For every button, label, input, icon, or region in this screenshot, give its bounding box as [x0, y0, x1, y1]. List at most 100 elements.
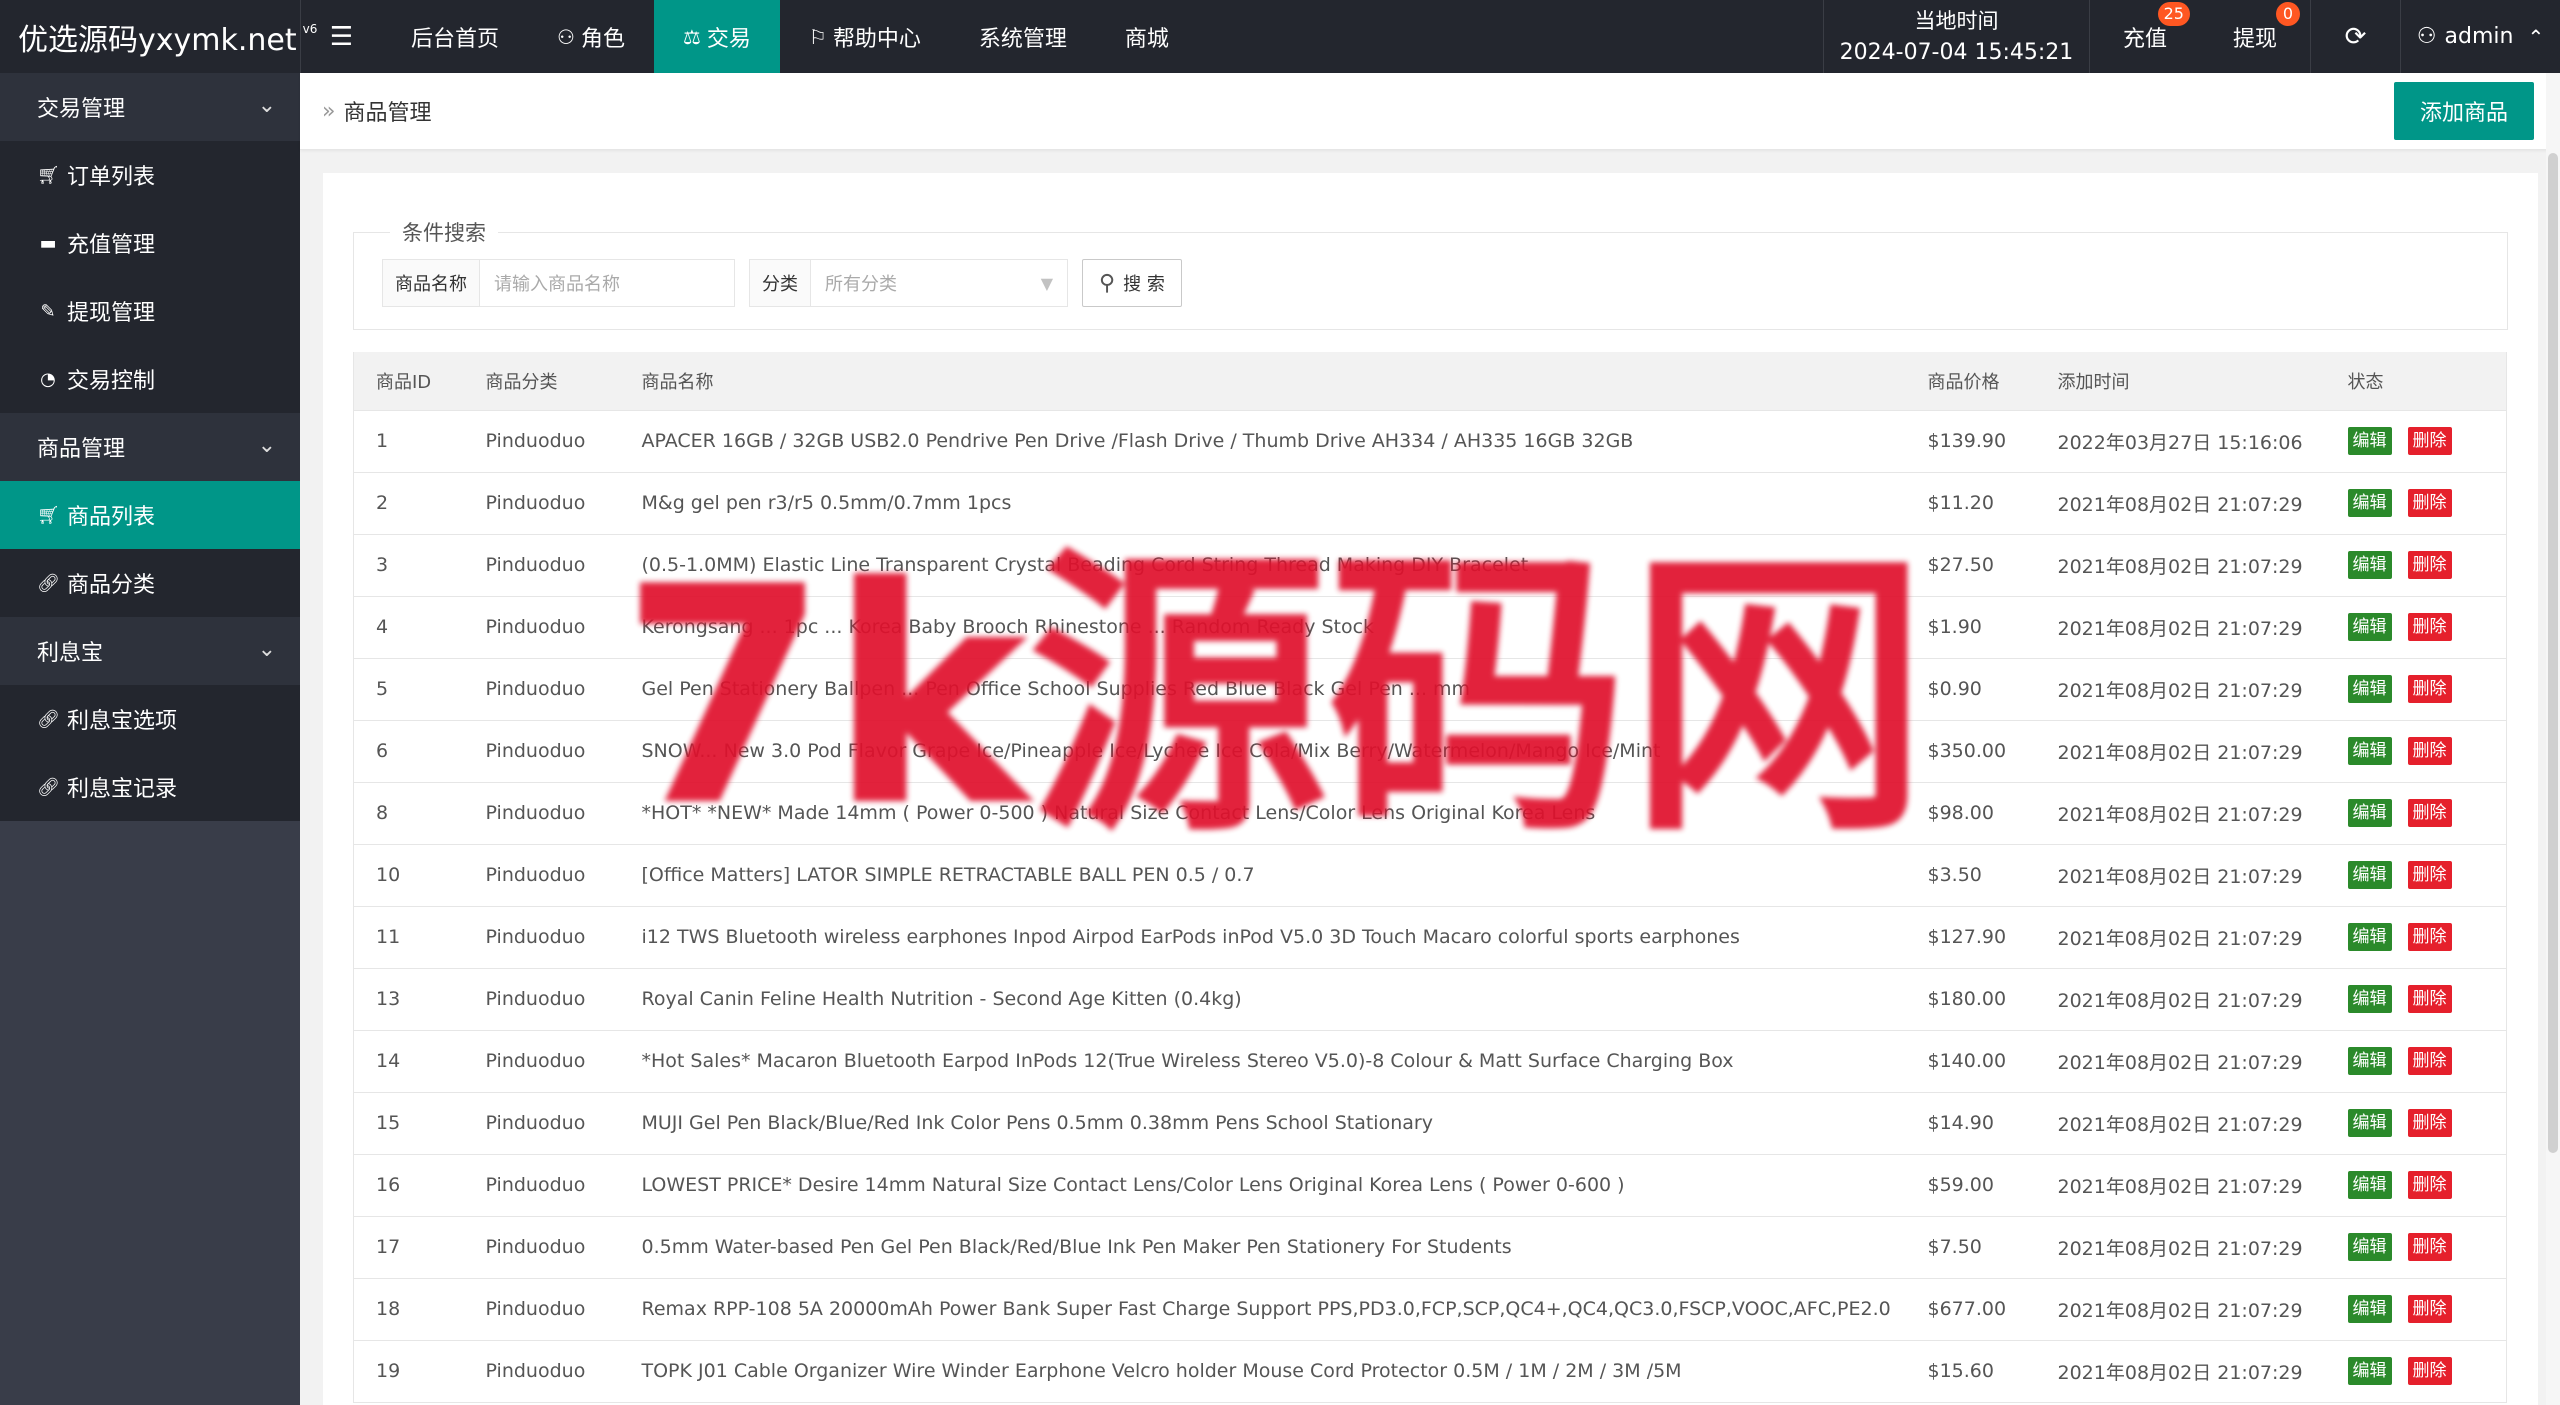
goods-time-cell: 2021年08月02日 21:07:29: [2035, 534, 2326, 597]
sidebar-group-interest[interactable]: 利息宝 ⌄: [0, 617, 300, 685]
scrollbar[interactable]: [2546, 73, 2560, 1405]
goods-price-cell: $7.50: [1905, 1216, 2036, 1279]
sidebar-item-interest-options[interactable]: 🔗︎ 利息宝选项: [0, 685, 300, 753]
edit-button[interactable]: 编辑: [2347, 489, 2392, 517]
row-actions: 编辑 删除: [2347, 613, 2452, 641]
table-row: 11 Pinduoduo i12 TWS Bluetooth wireless ea…: [353, 906, 2507, 969]
sidebar-item-orders[interactable]: 🛒︎ 订单列表: [0, 141, 300, 209]
edit-button[interactable]: 编辑: [2347, 923, 2392, 951]
delete-button[interactable]: 删除: [2407, 1109, 2452, 1137]
edit-button[interactable]: 编辑: [2347, 1171, 2392, 1199]
edit-button[interactable]: 编辑: [2347, 1357, 2392, 1385]
column-header[interactable]: 添加时间: [2035, 352, 2326, 411]
scale-icon: ⚖: [682, 24, 701, 49]
nav-home[interactable]: 后台首页: [382, 0, 528, 73]
delete-button[interactable]: 删除: [2407, 1233, 2452, 1261]
search-panel: 条件搜索 商品名称 请输入商品名称 分类 所有分类 ▼ ⚲ 搜 索: [353, 217, 2508, 330]
edit-button[interactable]: 编辑: [2347, 613, 2392, 641]
edit-button[interactable]: 编辑: [2347, 1109, 2392, 1137]
row-actions: 编辑 删除: [2347, 1233, 2452, 1261]
scrollbar-thumb[interactable]: [2548, 153, 2558, 1153]
sidebar-group-trade[interactable]: 交易管理 ⌄: [0, 73, 300, 141]
breadcrumb: » 商品管理: [322, 95, 431, 127]
clock-time: 2024-07-04 15:45:21: [1839, 39, 2074, 65]
table-row: 5 Pinduoduo Gel Pen Stationery Ballpen ...…: [353, 658, 2507, 721]
delete-button[interactable]: 删除: [2407, 1357, 2452, 1385]
edit-button[interactable]: 编辑: [2347, 985, 2392, 1013]
row-actions: 编辑 删除: [2347, 737, 2452, 765]
goods-name-cell: Gel Pen Stationery Ballpen ... Pen Offic…: [619, 658, 1906, 721]
sidebar-item-interest-records[interactable]: 🔗︎ 利息宝记录: [0, 753, 300, 821]
delete-button[interactable]: 删除: [2407, 861, 2452, 889]
edit-button[interactable]: 编辑: [2347, 737, 2392, 765]
search-button[interactable]: ⚲ 搜 索: [1082, 259, 1182, 307]
category-select[interactable]: 所有分类 ▼: [811, 260, 1067, 306]
row-actions: 编辑 删除: [2347, 427, 2452, 455]
nav-system[interactable]: 系统管理: [950, 0, 1096, 73]
goods-category-cell: Pinduoduo: [463, 720, 620, 783]
withdraw-button[interactable]: 提现 0: [2200, 0, 2310, 73]
recharge-button[interactable]: 充值 25: [2088, 0, 2200, 73]
delete-button[interactable]: 删除: [2407, 985, 2452, 1013]
category-label: 分类: [750, 260, 811, 306]
edit-button[interactable]: 编辑: [2347, 551, 2392, 579]
delete-button[interactable]: 删除: [2407, 1047, 2452, 1075]
clock-label: 当地时间: [1914, 8, 1999, 33]
sidebar-item-recharge[interactable]: ▬ 充值管理: [0, 209, 300, 277]
sidebar-item-goods-list[interactable]: 🛒︎ 商品列表: [0, 481, 300, 549]
logo[interactable]: 优选源码yxymk.net v6: [0, 0, 317, 73]
edit-button[interactable]: 编辑: [2347, 1295, 2392, 1323]
delete-button[interactable]: 删除: [2407, 613, 2452, 641]
edit-button[interactable]: 编辑: [2347, 1233, 2392, 1261]
user-menu[interactable]: ⚇ admin ⌃: [2400, 0, 2560, 73]
delete-button[interactable]: 删除: [2407, 675, 2452, 703]
edit-button[interactable]: 编辑: [2347, 675, 2392, 703]
goods-id-cell: 15: [353, 1092, 464, 1155]
column-header[interactable]: 商品分类: [463, 352, 620, 411]
delete-button[interactable]: 删除: [2407, 923, 2452, 951]
edit-button[interactable]: 编辑: [2347, 861, 2392, 889]
goods-category-cell: Pinduoduo: [463, 596, 620, 659]
goods-category-cell: Pinduoduo: [463, 1030, 620, 1093]
hamburger-icon[interactable]: ☰: [300, 0, 382, 73]
table-row: 14 Pinduoduo *Hot Sales* Macaron Bluetooth…: [353, 1030, 2507, 1093]
goods-name-cell: SNOW... New 3.0 Pod Flavor Grape Ice/Pin…: [619, 720, 1906, 783]
nav-trade[interactable]: ⚖ 交易: [653, 0, 780, 73]
goods-name-cell: TOPK J01 Cable Organizer Wire Winder Ear…: [619, 1340, 1906, 1403]
actions-cell: 编辑 删除: [2325, 906, 2507, 969]
category-value: 所有分类: [825, 274, 897, 295]
edit-button[interactable]: 编辑: [2347, 1047, 2392, 1075]
actions-cell: 编辑 删除: [2325, 1154, 2507, 1217]
delete-button[interactable]: 删除: [2407, 1171, 2452, 1199]
nav-role[interactable]: ⚇ 角色: [528, 0, 654, 73]
goods-time-cell: 2022年03月27日 15:16:06: [2035, 410, 2326, 473]
goods-id-cell: 8: [353, 782, 464, 845]
delete-button[interactable]: 删除: [2407, 489, 2452, 517]
column-header[interactable]: 商品名称: [619, 352, 1906, 411]
column-header[interactable]: 商品ID: [353, 352, 464, 411]
goods-table: 商品ID 商品分类 商品名称 商品价格 添加时间 状态 1 Pinduoduo AP…: [353, 352, 2507, 1403]
edit-button[interactable]: 编辑: [2347, 427, 2392, 455]
nav-mall[interactable]: 商城: [1096, 0, 1198, 73]
goods-time-cell: 2021年08月02日 21:07:29: [2035, 596, 2326, 659]
delete-button[interactable]: 删除: [2407, 1295, 2452, 1323]
row-actions: 编辑 删除: [2347, 861, 2452, 889]
sidebar-group-goods[interactable]: 商品管理 ⌄: [0, 413, 300, 481]
nav-help[interactable]: ⚐ 帮助中心: [780, 0, 950, 73]
sidebar-item-goods-category[interactable]: 🔗︎ 商品分类: [0, 549, 300, 617]
page-topbar: » 商品管理 添加商品: [300, 73, 2560, 150]
add-goods-button[interactable]: 添加商品: [2393, 82, 2534, 140]
goods-price-cell: $0.90: [1905, 658, 2036, 721]
delete-button[interactable]: 删除: [2407, 551, 2452, 579]
delete-button[interactable]: 删除: [2407, 427, 2452, 455]
goods-name-cell: *Hot Sales* Macaron Bluetooth Earpod InP…: [619, 1030, 1906, 1093]
sidebar-item-trade-control[interactable]: ◔ 交易控制: [0, 345, 300, 413]
column-header[interactable]: 商品价格: [1905, 352, 2036, 411]
delete-button[interactable]: 删除: [2407, 799, 2452, 827]
edit-button[interactable]: 编辑: [2347, 799, 2392, 827]
column-header[interactable]: 状态: [2325, 352, 2507, 411]
delete-button[interactable]: 删除: [2407, 737, 2452, 765]
refresh-icon[interactable]: ⟳: [2310, 0, 2400, 73]
sidebar-item-withdraw[interactable]: ✎ 提现管理: [0, 277, 300, 345]
goods-name-input[interactable]: 请输入商品名称: [480, 260, 734, 306]
